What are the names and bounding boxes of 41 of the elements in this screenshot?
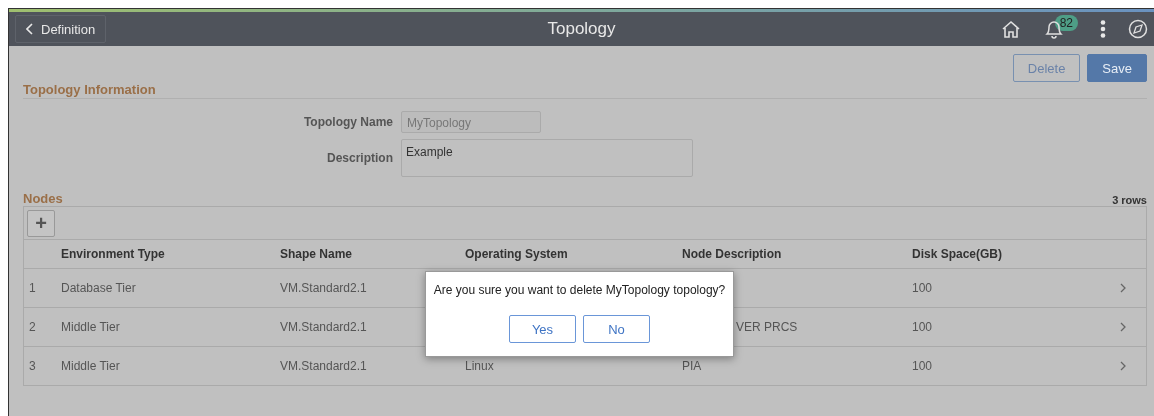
- chevron-right-icon[interactable]: [1120, 283, 1126, 293]
- table-cell: 100: [912, 359, 933, 373]
- table-cell: Linux: [465, 359, 494, 373]
- table-cell: VER PRCS: [736, 320, 798, 334]
- compass-icon[interactable]: [1128, 19, 1148, 39]
- save-button[interactable]: Save: [1087, 54, 1147, 82]
- section-heading: Topology Information: [23, 82, 156, 97]
- table-cell: Middle Tier: [61, 359, 120, 373]
- table-cell: Middle Tier: [61, 320, 120, 334]
- column-header: Environment Type: [61, 247, 165, 261]
- home-icon[interactable]: [1000, 19, 1021, 39]
- dialog-message: Are you sure you want to delete MyTopology topology?: [433, 283, 726, 297]
- table-cell: PIA: [682, 359, 702, 373]
- page-title: Topology: [547, 19, 616, 39]
- description-field[interactable]: Example: [401, 139, 693, 177]
- table-cell: VM.Standard2.1: [280, 281, 367, 295]
- more-menu-icon[interactable]: [1100, 20, 1106, 38]
- column-header: Disk Space(GB): [912, 247, 1003, 261]
- dialog-button[interactable]: Yes: [509, 315, 576, 343]
- dialog-button[interactable]: No: [583, 315, 650, 343]
- chevron-right-icon[interactable]: [1120, 361, 1126, 371]
- back-button[interactable]: Definition: [15, 15, 107, 43]
- column-header: Shape Name: [280, 247, 353, 261]
- field-label: Topology Name: [302, 115, 393, 129]
- chevron-right-icon[interactable]: [1120, 322, 1126, 332]
- section-heading: Nodes: [23, 191, 63, 206]
- field-label: Description: [326, 151, 393, 165]
- row-number: 1: [28, 281, 36, 295]
- add-row-button[interactable]: +: [27, 209, 55, 237]
- table-cell: Database Tier: [61, 281, 136, 295]
- row-number: 2: [28, 320, 36, 334]
- table-cell: 100: [912, 320, 933, 334]
- table-cell: 100: [912, 281, 933, 295]
- row-count: 3 rows: [1112, 194, 1147, 206]
- table-cell: VM.Standard2.1: [280, 359, 367, 373]
- column-header: Operating System: [465, 247, 568, 261]
- notification-badge: 82: [1054, 15, 1078, 31]
- column-header: Node Description: [682, 247, 782, 261]
- table-cell: VM.Standard2.1: [280, 320, 367, 334]
- chevron-left-icon: [26, 23, 33, 35]
- row-number: 3: [28, 359, 36, 373]
